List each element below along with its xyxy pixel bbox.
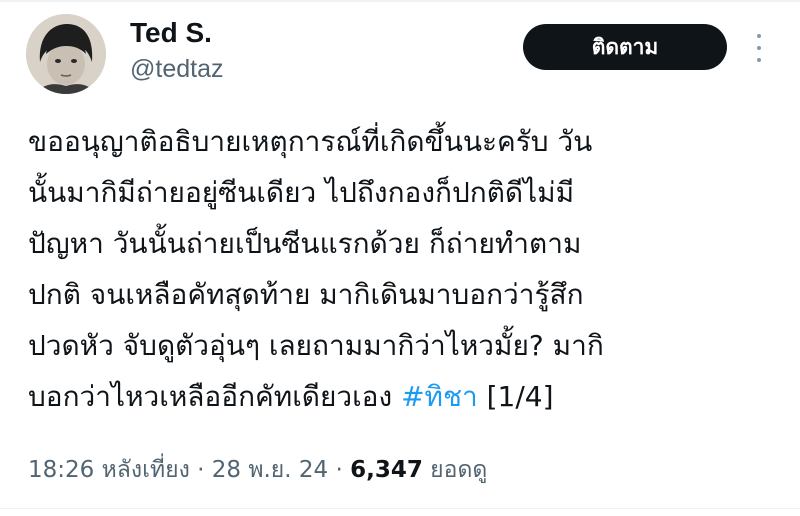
tweet-line-text: บอกว่าไหวเหลืออีกคัทเดียวเอง: [28, 380, 402, 413]
thread-counter: [1/4]: [477, 380, 554, 413]
views-label: ยอดดู: [422, 457, 488, 483]
tweet-line: นั้นมากิมีถ่ายอยู่ซีนเดียว ไปถึงกองก็ปกต…: [28, 176, 575, 209]
tweet-time[interactable]: 18:26 หลังเที่ยง: [28, 457, 190, 483]
tweet-line: ปวดหัว จับดูตัวอุ่นๆ เลยถามมากิว่าไหวมั้…: [28, 329, 604, 362]
author-display-name[interactable]: Ted S.: [130, 16, 212, 50]
avatar[interactable]: [26, 14, 106, 94]
tweet-meta: 18:26 หลังเที่ยง · 28 พ.ย. 24 · 6,347 ยอ…: [28, 452, 487, 488]
follow-button[interactable]: ติดตาม: [523, 24, 727, 70]
meta-separator: ·: [328, 457, 351, 483]
more-dot: [757, 46, 761, 50]
meta-separator: ·: [189, 457, 212, 483]
avatar-photo: [26, 14, 106, 94]
hashtag-link[interactable]: #ทิชา: [401, 380, 478, 413]
more-dot: [757, 34, 761, 38]
tweet-text: ขออนุญาติอธิบายเหตุการณ์ที่เกิดขึ้นนะครั…: [28, 116, 788, 422]
more-dot: [757, 58, 761, 62]
author-handle[interactable]: @tedtaz: [130, 54, 223, 84]
views-count[interactable]: 6,347: [350, 457, 423, 483]
tweet-line-last: บอกว่าไหวเหลืออีกคัทเดียวเอง #ทิชา [1/4]: [28, 371, 788, 422]
tweet-card: Ted S. @tedtaz ติดตาม ขออนุญาติอธิบายเหต…: [0, 0, 800, 516]
tweet-date[interactable]: 28 พ.ย. 24: [212, 457, 328, 483]
more-vertical-icon[interactable]: [752, 34, 766, 62]
tweet-line: ปกติ จนเหลือคัทสุดท้าย มากิเดินมาบอกว่าร…: [28, 278, 584, 311]
bottom-divider: [0, 508, 800, 509]
tweet-line: ขออนุญาติอธิบายเหตุการณ์ที่เกิดขึ้นนะครั…: [28, 125, 593, 158]
tweet-line: ปัญหา วันนั้นถ่ายเป็นซีนแรกด้วย ก็ถ่ายทำ…: [28, 227, 582, 260]
